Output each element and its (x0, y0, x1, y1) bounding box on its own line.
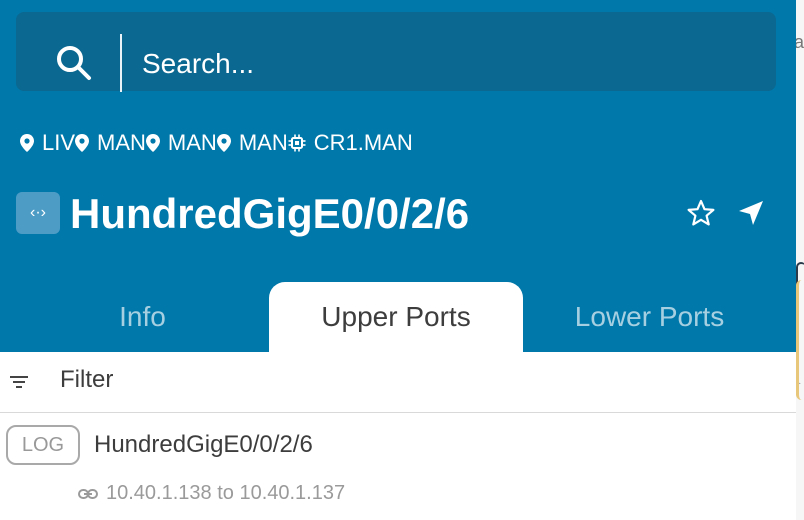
tab-info[interactable]: Info (16, 282, 269, 352)
map-pin-icon (216, 134, 231, 152)
breadcrumb-item-man[interactable]: MAN (75, 130, 146, 156)
map-route-line (796, 280, 804, 400)
breadcrumb-item-man[interactable]: MAN (145, 130, 217, 156)
map-background: a (794, 0, 804, 520)
tab-bar: Info Upper Ports Lower Ports (0, 282, 796, 352)
interface-icon: ‹·› (16, 192, 60, 234)
breadcrumb-label: MAN (97, 130, 146, 155)
tab-lower-ports[interactable]: Lower Ports (523, 282, 776, 352)
search-icon[interactable] (56, 45, 92, 81)
port-name: HundredGigE0/0/2/6 (94, 431, 313, 458)
filter-label: Filter (60, 366, 114, 393)
breadcrumb-item-liv[interactable]: LIV (20, 130, 75, 156)
port-address: 10.40.1.138 to 10.40.1.137 (106, 482, 346, 504)
search-bar (16, 12, 784, 94)
side-panel: LIV MAN MAN (0, 0, 796, 520)
map-pin-icon (75, 134, 90, 152)
breadcrumb-label: CR1.MAN (313, 130, 413, 155)
breadcrumb-label: MAN (167, 130, 217, 155)
breadcrumb-item-cr1-man[interactable]: CR1.MAN (288, 130, 413, 156)
breadcrumb-label: LIV (42, 130, 76, 155)
map-pin-icon (20, 134, 34, 152)
filter-icon (10, 376, 28, 388)
status-badge: LOG (6, 425, 80, 465)
navigate-arrow-icon[interactable] (736, 198, 766, 228)
list-item[interactable]: LOG HundredGigE0/0/2/6 10.40.1.138 to 10… (0, 413, 796, 520)
tab-upper-ports[interactable]: Upper Ports (269, 282, 523, 352)
title-row: ‹·› HundredGigE0/0/2/6 (16, 186, 776, 246)
panel-header: LIV MAN MAN (0, 0, 796, 352)
search-divider (120, 34, 122, 92)
favorite-star-icon[interactable] (686, 198, 716, 228)
page-title: HundredGigE0/0/2/6 (70, 190, 470, 237)
chip-icon (288, 134, 306, 152)
filter-bar[interactable]: Filter (0, 352, 796, 413)
search-input[interactable] (124, 34, 784, 94)
link-icon (78, 489, 98, 499)
breadcrumb-label: MAN (238, 130, 288, 155)
breadcrumb-item-man[interactable]: MAN (216, 130, 288, 156)
map-pin-icon (145, 134, 160, 152)
breadcrumb: LIV MAN MAN MAN CR1.MAN (20, 128, 413, 158)
